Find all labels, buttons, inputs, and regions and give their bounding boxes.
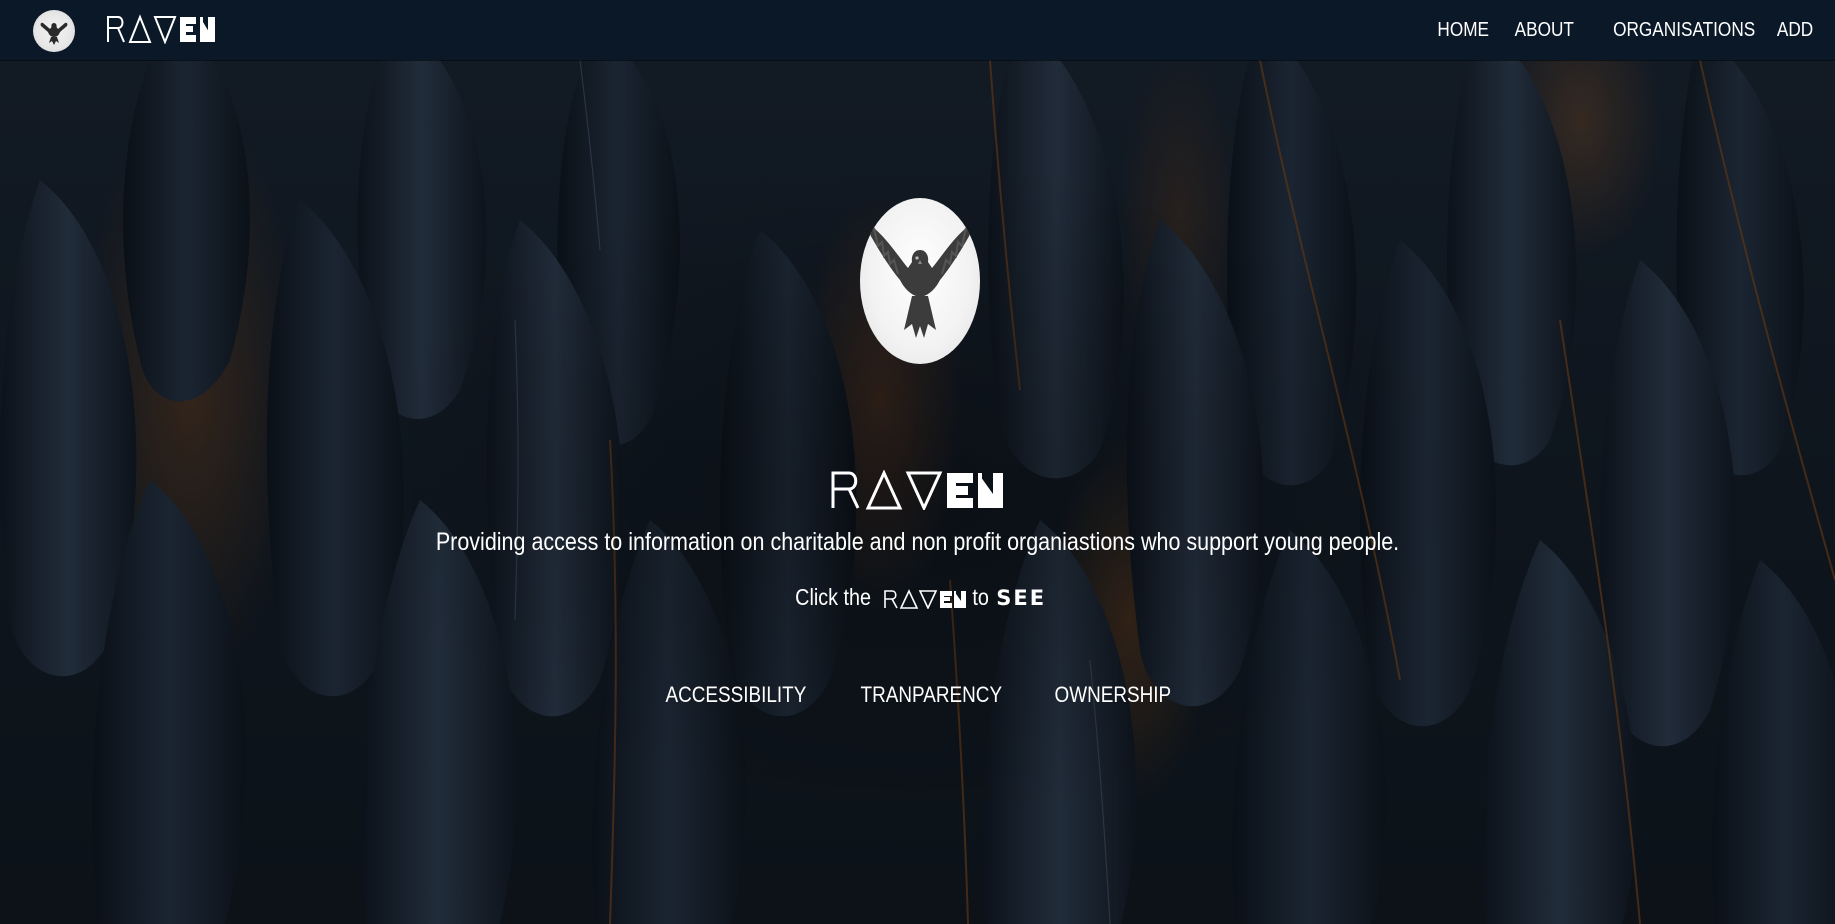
cta-brand-wordmark[interactable] (883, 588, 967, 609)
cta-prefix: Click the (795, 584, 871, 610)
hero-wordmark (831, 470, 1003, 510)
cta-middle: to (972, 584, 989, 610)
raven-emblem-button[interactable] (860, 198, 980, 364)
values-list: ACCESSIBILITY TRANPARENCY OWNERSHIP (0, 682, 1835, 708)
nav-menu: HOME ABOUT ORGANISATIONS ADD (1413, 0, 1813, 60)
nav-about[interactable]: ABOUT (1514, 19, 1573, 42)
nav-organisations[interactable]: ORGANISATIONS (1613, 19, 1755, 42)
brand-wordmark[interactable] (106, 14, 216, 44)
nav-home[interactable]: HOME (1437, 19, 1489, 42)
raven-emblem-icon[interactable] (33, 10, 75, 52)
raven-bird-icon (869, 227, 971, 338)
cta-see-action[interactable]: SEE (996, 586, 1046, 610)
hero-tagline: Providing access to information on chari… (435, 528, 1400, 556)
nav-add[interactable]: ADD (1777, 19, 1813, 42)
hero-section: Providing access to information on chari… (0, 60, 1835, 924)
value-accessibility: ACCESSIBILITY (665, 682, 807, 707)
value-ownership: OWNERSHIP (1054, 682, 1172, 707)
navbar: HOME ABOUT ORGANISATIONS ADD (0, 0, 1835, 60)
cta-line: Click the to SEE (0, 584, 1835, 611)
value-transparency: TRANPARENCY (860, 682, 1003, 707)
